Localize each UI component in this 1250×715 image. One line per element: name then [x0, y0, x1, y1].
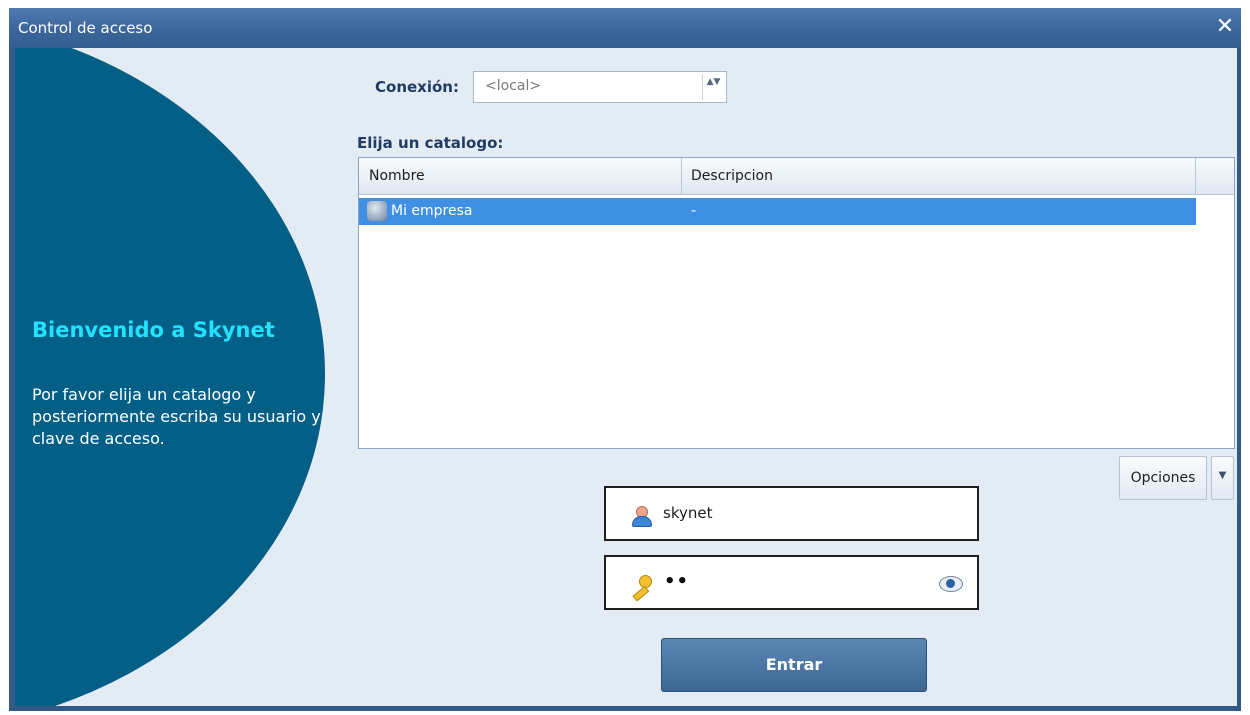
- title-bar[interactable]: Control de acceso ✕: [9, 8, 1241, 48]
- connection-spinner[interactable]: ▲▼: [702, 74, 724, 100]
- enter-button[interactable]: Entrar: [661, 638, 927, 692]
- login-window: Control de acceso ✕ Bienvenido a Skynet …: [9, 8, 1241, 711]
- key-icon: [630, 574, 652, 602]
- welcome-panel: [15, 48, 325, 706]
- enter-label: Entrar: [765, 655, 823, 674]
- password-value: ••: [664, 571, 690, 592]
- close-button[interactable]: ✕: [1212, 13, 1238, 41]
- show-password-icon[interactable]: [939, 576, 963, 592]
- connection-value: <local>: [485, 78, 542, 94]
- options-button[interactable]: Opciones: [1119, 456, 1207, 500]
- password-field[interactable]: ••: [604, 555, 979, 610]
- row-description: -: [691, 203, 697, 219]
- connection-label: Conexión:: [375, 78, 459, 96]
- column-header-label: Descripcion: [691, 168, 773, 184]
- catalog-label: Elija un catalogo:: [357, 134, 504, 152]
- column-header-nombre[interactable]: Nombre: [359, 158, 682, 194]
- connection-combobox[interactable]: <local> ▲▼: [473, 71, 727, 103]
- dialog-body: Bienvenido a Skynet Por favor elija un c…: [15, 48, 1237, 706]
- options-dropdown-button[interactable]: ▼: [1211, 456, 1234, 500]
- window-title: Control de acceso: [18, 19, 153, 37]
- chevron-down-icon: ▼: [1218, 470, 1227, 481]
- close-icon: ✕: [1215, 14, 1235, 39]
- catalog-grid[interactable]: Nombre Descripcion Mi empresa -: [358, 157, 1235, 449]
- username-field[interactable]: skynet: [604, 486, 979, 541]
- spinner-icon: ▲▼: [706, 77, 721, 87]
- database-icon: [367, 201, 387, 221]
- column-header-descripcion[interactable]: Descripcion: [681, 158, 1196, 194]
- welcome-text: Por favor elija un catalogo y posteriorm…: [32, 385, 321, 448]
- options-label: Opciones: [1130, 470, 1196, 486]
- username-value: skynet: [663, 504, 713, 522]
- table-row[interactable]: Mi empresa -: [359, 198, 1196, 225]
- welcome-title: Bienvenido a Skynet: [32, 318, 275, 342]
- column-header-label: Nombre: [369, 168, 425, 184]
- grid-header: Nombre Descripcion: [359, 158, 1234, 195]
- row-name: Mi empresa: [391, 203, 473, 219]
- user-icon: [630, 505, 652, 527]
